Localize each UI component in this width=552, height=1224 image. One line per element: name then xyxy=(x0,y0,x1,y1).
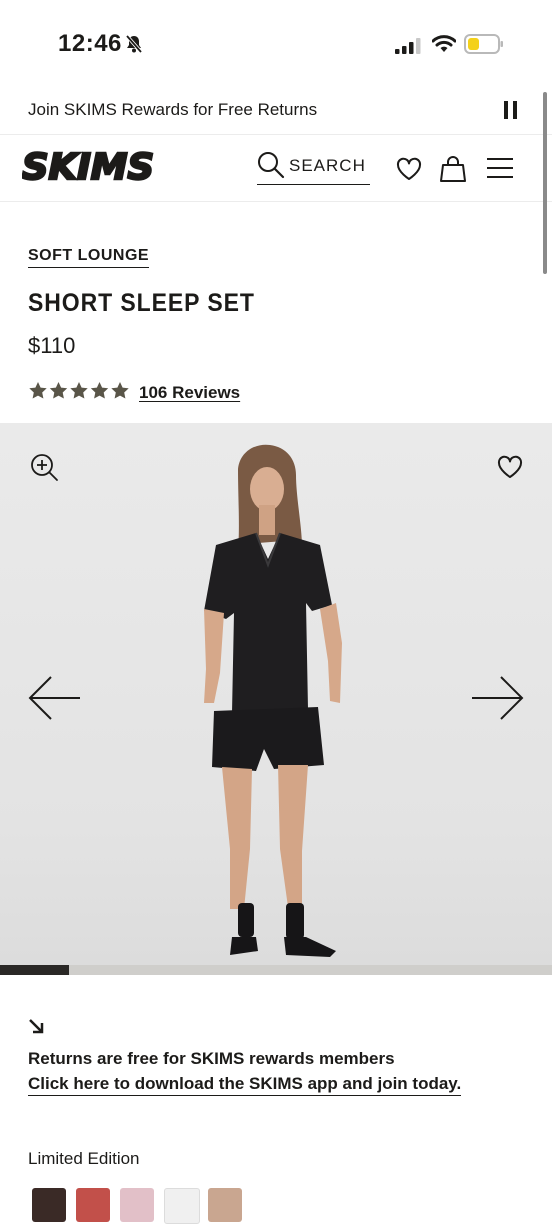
gallery-progress xyxy=(0,965,552,975)
star-icon xyxy=(70,382,88,399)
color-swatch[interactable] xyxy=(164,1188,200,1224)
site-header: SKIMS SEARCH xyxy=(0,135,552,202)
color-swatch[interactable] xyxy=(208,1188,242,1222)
pause-icon[interactable] xyxy=(504,101,518,119)
product-title: SHORT SLEEP SET xyxy=(28,289,255,317)
arrow-left-icon[interactable] xyxy=(28,675,82,721)
heart-icon[interactable] xyxy=(396,157,422,181)
svg-text:SKIMS: SKIMS xyxy=(22,147,154,185)
scrollbar[interactable] xyxy=(543,92,547,274)
download-app-link[interactable]: Click here to download the SKIMS app and… xyxy=(28,1074,462,1096)
battery-low-icon xyxy=(464,34,503,54)
search-label: SEARCH xyxy=(289,156,366,175)
promo-text[interactable]: Join SKIMS Rewards for Free Returns xyxy=(28,100,317,120)
cell-signal-icon xyxy=(395,38,421,54)
arrow-right-icon[interactable] xyxy=(470,675,524,721)
color-swatch[interactable] xyxy=(120,1188,154,1222)
star-rating[interactable] xyxy=(28,381,130,401)
reviews-link[interactable]: 106 Reviews xyxy=(139,383,240,403)
search-icon xyxy=(258,152,285,179)
zoom-in-icon[interactable] xyxy=(30,453,60,483)
product-price: $110 xyxy=(28,333,76,358)
status-bar: 12:46 xyxy=(0,0,552,90)
star-icon xyxy=(90,382,109,399)
star-icon xyxy=(49,382,68,399)
promo-banner[interactable]: Join SKIMS Rewards for Free Returns xyxy=(0,90,552,135)
category-link[interactable]: SOFT LOUNGE xyxy=(28,247,150,268)
skims-logo[interactable]: SKIMS xyxy=(22,147,158,185)
color-swatch[interactable] xyxy=(32,1188,66,1222)
menu-icon[interactable] xyxy=(486,157,514,179)
arrow-down-right-icon xyxy=(29,1019,44,1034)
color-group-label: Limited Edition xyxy=(28,1149,140,1168)
bag-icon[interactable] xyxy=(440,155,466,183)
color-swatch[interactable] xyxy=(76,1188,110,1222)
star-icon xyxy=(111,382,129,399)
wifi-icon xyxy=(432,35,456,52)
search-button[interactable]: SEARCH xyxy=(257,147,370,185)
returns-text: Returns are free for SKIMS rewards membe… xyxy=(28,1049,395,1068)
product-photo xyxy=(204,444,342,957)
heart-icon[interactable] xyxy=(497,455,523,479)
product-image-gallery[interactable] xyxy=(0,423,552,965)
gallery-progress-fill xyxy=(0,965,69,975)
clock: 12:46 xyxy=(58,30,122,57)
star-icon xyxy=(29,382,47,399)
bell-slash-icon xyxy=(125,34,143,54)
